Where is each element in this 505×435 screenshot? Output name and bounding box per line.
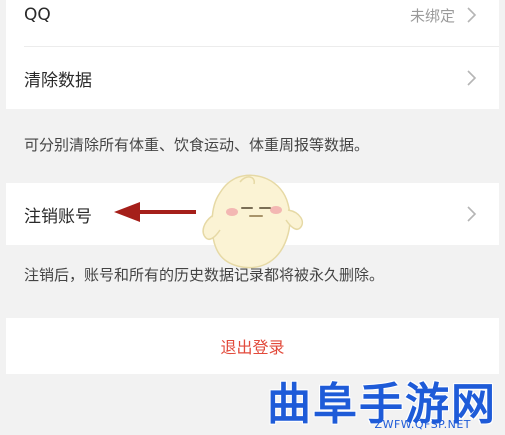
clear-data-label: 清除数据 xyxy=(24,70,92,91)
qq-binding-status: 未绑定 xyxy=(409,6,455,25)
qq-binding-row[interactable]: QQ 未绑定 xyxy=(6,0,499,46)
clear-data-description: 可分别清除所有体重、饮食运动、体重周报等数据。 xyxy=(24,136,370,154)
account-settings-card: QQ 未绑定 清除数据 xyxy=(6,0,499,109)
chevron-right-icon xyxy=(467,206,477,222)
mascot-sticker xyxy=(202,174,304,269)
logout-button[interactable]: 退出登录 xyxy=(6,318,499,374)
watermark-url: ZWFW.QFSP.NET xyxy=(374,418,471,431)
qq-label: QQ xyxy=(24,5,51,25)
clear-data-row[interactable]: 清除数据 xyxy=(6,47,499,109)
red-arrow-left-icon xyxy=(114,202,196,222)
watermark: 曲阜手游网 ZWFW.QFSP.NET xyxy=(267,368,497,432)
logout-label: 退出登录 xyxy=(220,338,285,357)
chevron-right-icon xyxy=(467,70,477,86)
chevron-right-icon xyxy=(467,7,477,23)
